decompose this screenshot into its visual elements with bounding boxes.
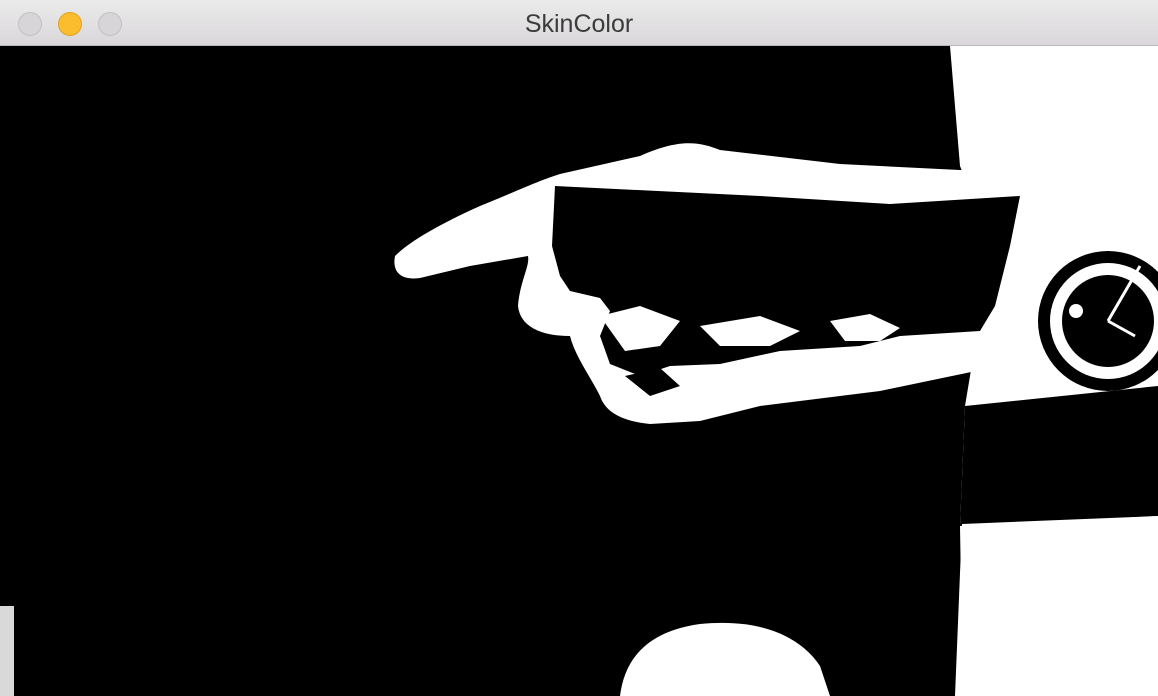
skincolor-window: SkinColor bbox=[0, 0, 1158, 696]
skin-mask-image bbox=[0, 46, 1158, 696]
window-title: SkinColor bbox=[524, 10, 634, 38]
title-bar[interactable]: SkinColor bbox=[0, 0, 1158, 46]
binary-skin-mask bbox=[0, 46, 1158, 696]
